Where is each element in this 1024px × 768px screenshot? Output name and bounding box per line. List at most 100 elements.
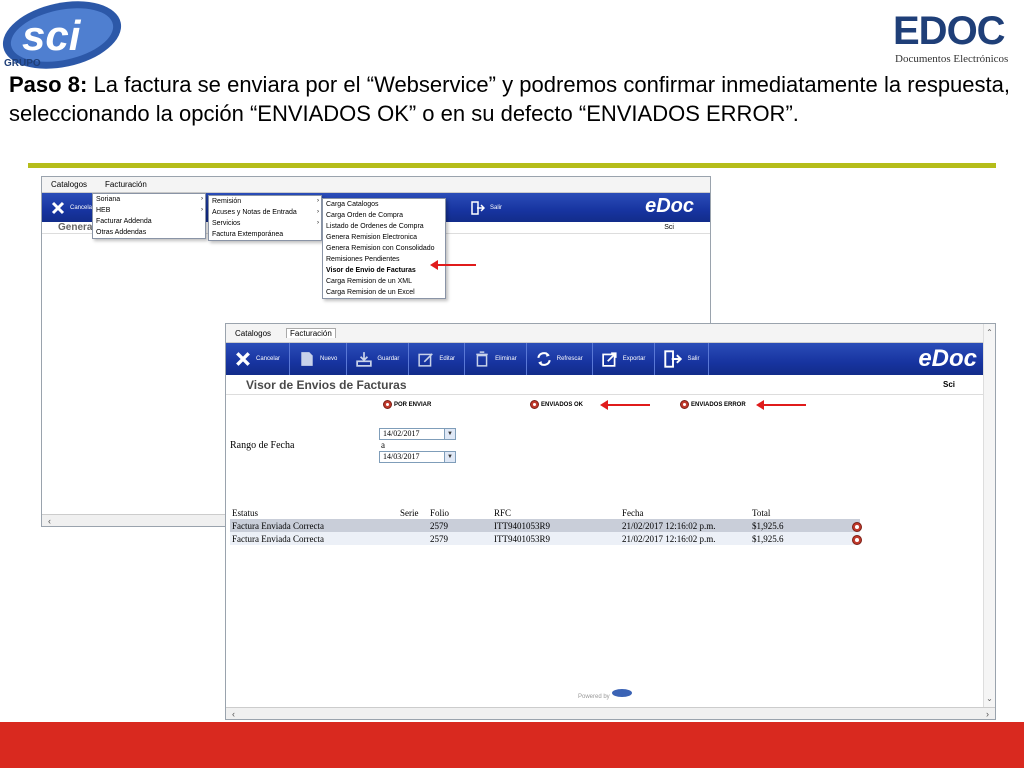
back-exit-button[interactable]: Salir xyxy=(462,193,511,222)
edoc-logo-text: EDOC xyxy=(893,9,1006,53)
menu-item-visor-envio[interactable]: Visor de Envio de Facturas xyxy=(323,265,445,276)
delete-button[interactable]: Eliminar xyxy=(465,343,527,375)
col-fecha[interactable]: Fecha xyxy=(620,507,750,519)
front-menubar: Catalogos Facturación xyxy=(226,324,995,343)
date-from-field[interactable]: 14/02/2017 ▼ xyxy=(379,428,456,440)
edit-button[interactable]: Editar xyxy=(409,343,466,375)
date-to-field[interactable]: 14/03/2017 ▼ xyxy=(379,451,456,463)
menu-item-carga-xml[interactable]: Carga Remision de un XML xyxy=(323,276,445,287)
chevron-right-icon: › xyxy=(201,207,203,213)
chevron-down-icon[interactable]: ▼ xyxy=(444,429,455,439)
step-description: La factura se enviara por el “Webservice… xyxy=(9,72,1010,126)
exit-icon xyxy=(471,200,485,215)
menu-item-listado-ordenes[interactable]: Listado de Ordenes de Compra xyxy=(323,221,445,232)
front-vertical-scrollbar[interactable]: ⌃ ⌄ xyxy=(983,324,995,707)
back-menubar: Catalogos Facturación xyxy=(42,177,710,193)
scroll-left-icon[interactable]: ‹ xyxy=(232,709,235,719)
menu-item-heb[interactable]: HEB › xyxy=(93,205,205,216)
cell-rfc: ITT9401053R9 xyxy=(492,532,620,545)
sci-mini-logo xyxy=(612,689,633,697)
front-toolbar: Cancelar Nuevo Guardar Editar Eliminar R… xyxy=(226,343,995,375)
refresh-icon xyxy=(537,352,551,366)
front-horizontal-scrollbar[interactable]: ‹ › xyxy=(226,707,995,719)
option-enviados-error[interactable]: ENVIADOS ERROR xyxy=(680,400,746,409)
annotation-arrow-error xyxy=(756,400,806,410)
exit-icon xyxy=(664,350,683,368)
user-label: Sci xyxy=(942,380,955,389)
table-header: Estatus Serie Folio RFC Fecha Total xyxy=(230,507,860,519)
radio-icon xyxy=(383,400,392,409)
table-row[interactable]: Factura Enviada Correcta 2579 ITT9401053… xyxy=(230,532,860,545)
invoice-table: Estatus Serie Folio RFC Fecha Total Fact… xyxy=(230,507,860,545)
date-range-label: Rango de Fecha xyxy=(230,440,295,451)
back-user: Sci xyxy=(664,224,674,231)
menu-facturacion[interactable]: Facturación xyxy=(102,180,150,189)
menu-item-carga-catalogos[interactable]: Carga Catalogos xyxy=(323,199,445,210)
radio-icon xyxy=(530,400,539,409)
menu-item-facturar-addenda[interactable]: Facturar Addenda xyxy=(93,216,205,227)
view-detail-icon[interactable] xyxy=(852,535,862,545)
menu-item-factura-extemporanea[interactable]: Factura Extemporánea xyxy=(209,229,321,240)
close-icon xyxy=(51,201,65,214)
menu-catalogos[interactable]: Catalogos xyxy=(232,329,274,338)
cell-folio: 2579 xyxy=(428,532,492,545)
edoc-badge: eDoc xyxy=(918,345,977,372)
scroll-right-icon[interactable]: › xyxy=(986,709,989,719)
menu-item-remisiones-pendientes[interactable]: Remisiones Pendientes xyxy=(323,254,445,265)
sci-logo-text: sci xyxy=(22,12,82,59)
col-total[interactable]: Total xyxy=(750,507,860,519)
step-label: Paso 8: xyxy=(9,72,88,97)
scroll-up-icon[interactable]: ⌃ xyxy=(986,328,993,337)
save-button[interactable]: Guardar xyxy=(347,343,410,375)
menu-item-genera-remision[interactable]: Genera Remision Electronica xyxy=(323,232,445,243)
option-por-enviar[interactable]: POR ENVIAR xyxy=(383,400,431,409)
view-detail-icon[interactable] xyxy=(852,522,862,532)
menu-item-genera-consolidado[interactable]: Genera Remision con Consolidado xyxy=(323,243,445,254)
cell-total: $1,925.6 xyxy=(750,519,860,532)
edit-icon xyxy=(418,353,434,367)
remision-submenu: Carga Catalogos Carga Orden de Compra Li… xyxy=(322,198,446,299)
menu-item-soriana[interactable]: Soriana › xyxy=(93,194,205,205)
powered-by: Powered by xyxy=(578,688,633,701)
front-window: Catalogos Facturación Cancelar Nuevo Gua… xyxy=(225,323,996,720)
menu-item-remision[interactable]: Remisión › xyxy=(209,196,321,207)
trash-icon xyxy=(476,351,488,367)
edoc-logo: EDOC Documentos Electrónicos xyxy=(893,8,1021,66)
export-button[interactable]: Exportar xyxy=(593,343,656,375)
menu-catalogos[interactable]: Catalogos xyxy=(48,180,90,189)
footer-bar xyxy=(0,722,1024,768)
menu-item-servicios[interactable]: Servicios › xyxy=(209,218,321,229)
exit-button[interactable]: Salir xyxy=(655,343,710,375)
cell-fecha: 21/02/2017 12:16:02 p.m. xyxy=(620,532,750,545)
new-button[interactable]: Nuevo xyxy=(290,343,348,375)
menu-item-carga-excel[interactable]: Carga Remision de un Excel xyxy=(323,287,445,298)
sci-logo-sub: GRUPO xyxy=(4,58,41,69)
back-edoc-badge: eDoc xyxy=(645,195,694,217)
facturacion-menu: Soriana › HEB › Facturar Addenda Otras Add… xyxy=(92,193,206,239)
chevron-right-icon: › xyxy=(201,196,203,202)
cell-rfc: ITT9401053R9 xyxy=(492,519,620,532)
scroll-down-icon[interactable]: ⌄ xyxy=(986,694,993,703)
cell-fecha: 21/02/2017 12:16:02 p.m. xyxy=(620,519,750,532)
menu-facturacion[interactable]: Facturación xyxy=(286,328,336,338)
menu-item-otras-addendas[interactable]: Otras Addendas xyxy=(93,227,205,238)
menu-item-carga-orden[interactable]: Carga Orden de Compra xyxy=(323,210,445,221)
table-row[interactable]: Factura Enviada Correcta 2579 ITT9401053… xyxy=(230,519,860,532)
new-document-icon xyxy=(301,352,313,366)
menu-item-acuses[interactable]: Acuses y Notas de Entrada › xyxy=(209,207,321,218)
chevron-right-icon: › xyxy=(317,198,319,204)
scroll-left-icon[interactable]: ‹ xyxy=(48,516,51,526)
cancel-button[interactable]: Cancelar xyxy=(226,343,291,375)
option-enviados-ok[interactable]: ENVIADOS OK xyxy=(530,400,583,409)
col-estatus[interactable]: Estatus xyxy=(230,507,398,519)
chevron-right-icon: › xyxy=(317,220,319,226)
edoc-logo-sub: Documentos Electrónicos xyxy=(895,53,1009,65)
refresh-button[interactable]: Refrescar xyxy=(527,343,593,375)
annotation-arrow-menu xyxy=(430,260,476,270)
radio-icon xyxy=(680,400,689,409)
col-rfc[interactable]: RFC xyxy=(492,507,620,519)
soriana-submenu: Remisión › Acuses y Notas de Entrada › Ser… xyxy=(208,195,322,241)
chevron-down-icon[interactable]: ▼ xyxy=(444,452,455,462)
col-folio[interactable]: Folio xyxy=(428,507,492,519)
col-serie[interactable]: Serie xyxy=(398,507,428,519)
